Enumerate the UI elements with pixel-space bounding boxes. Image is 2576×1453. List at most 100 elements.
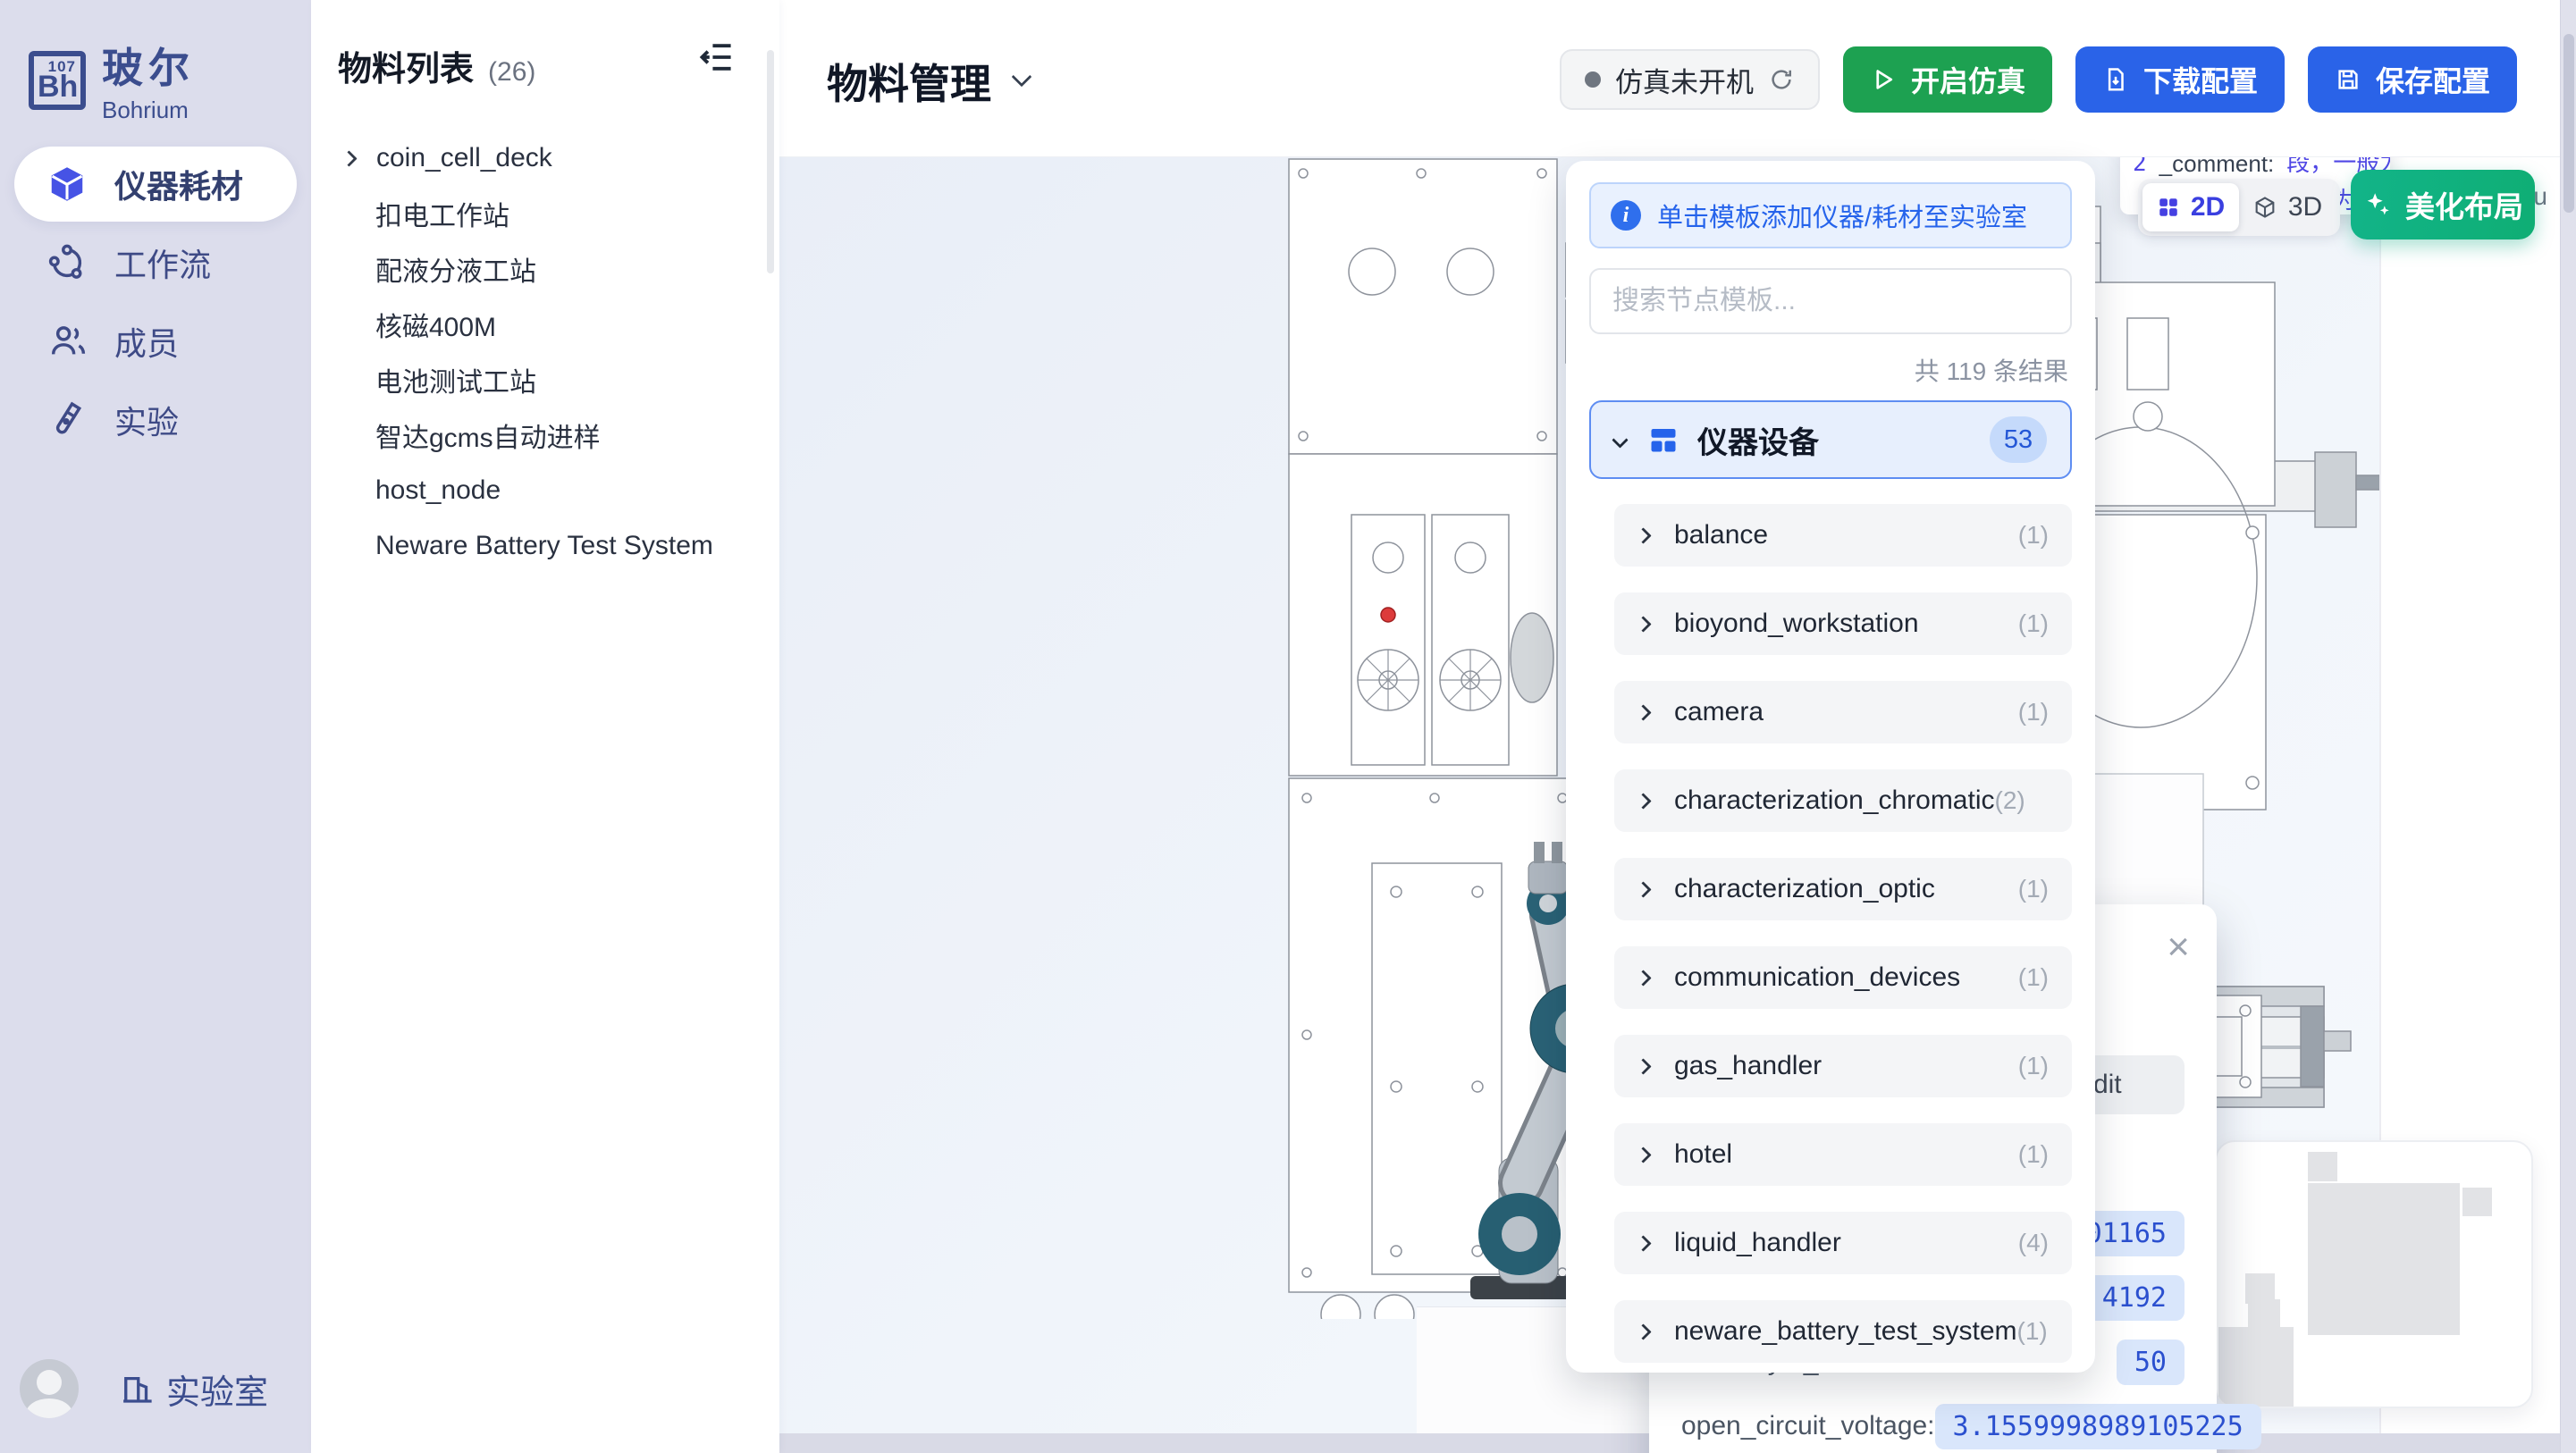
status-dot-icon (1585, 71, 1601, 88)
test-tube-icon (46, 399, 88, 441)
chevron-right-icon (1635, 1235, 1651, 1251)
chevron-right-icon (1635, 793, 1651, 809)
tooltip-index: 2 (2133, 157, 2147, 182)
material-label: 扣电工作站 (375, 194, 509, 233)
sidebar-footer: 实验室 (0, 1351, 311, 1426)
toggle-2d-label: 2D (2191, 192, 2225, 223)
template-item-balance[interactable]: balance (1) (1614, 504, 2072, 567)
start-simulation-button[interactable]: 开启仿真 (1843, 46, 2052, 113)
material-label: 智达gcms自动进样 (375, 416, 601, 455)
members-icon (46, 321, 88, 362)
chevron-right-icon (1635, 616, 1651, 632)
save-label: 保存配置 (2376, 59, 2490, 100)
collapse-panel-icon[interactable] (697, 38, 737, 77)
sidebar-item-members[interactable]: 成员 (14, 304, 297, 379)
toggle-3d-label: 3D (2288, 192, 2322, 223)
sidebar-item-label: 工作流 (114, 239, 211, 286)
template-item-communication-devices[interactable]: communication_devices (1) (1614, 946, 2072, 1009)
chevron-down-icon (1612, 432, 1628, 448)
building-icon (118, 1370, 156, 1407)
template-item-bioyond-workstation[interactable]: bioyond_workstation (1) (1614, 592, 2072, 655)
play-icon (1870, 66, 1897, 93)
view-mode-toggle: 2D 3D (2138, 179, 2340, 236)
materials-title: 物料列表 (338, 41, 474, 90)
template-item-characterization-optic[interactable]: characterization_optic (1) (1614, 858, 2072, 920)
material-item[interactable]: 电池测试工站 (311, 352, 779, 407)
simulation-status-pill[interactable]: 仿真未开机 (1560, 49, 1820, 110)
cube-icon (46, 164, 88, 205)
sidebar-item-label: 实验 (114, 397, 179, 443)
chevron-right-icon (1635, 704, 1651, 720)
logo-symbol: Bh (38, 70, 78, 105)
materials-list: coin_cell_deck 扣电工作站 配液分液工站 核磁400M 电池测试工… (311, 130, 779, 574)
save-config-button[interactable]: 保存配置 (2308, 46, 2517, 113)
refresh-icon[interactable] (1768, 66, 1795, 93)
chevron-right-icon (1635, 881, 1651, 897)
template-list: balance (1) bioyond_workstation (1) came… (1614, 504, 2072, 1363)
material-item[interactable]: 配液分液工站 (311, 241, 779, 297)
template-item-hotel[interactable]: hotel (1) (1614, 1123, 2072, 1186)
template-panel: i 单击模板添加仪器/耗材至实验室 共 119 条结果 仪器设备 53 bala… (1566, 161, 2095, 1373)
panel-scrollbar[interactable] (767, 50, 774, 273)
material-item[interactable]: Neware Battery Test System (311, 518, 779, 574)
data-label: open_circuit_voltage: (1681, 1411, 1935, 1441)
template-item-liquid-handler[interactable]: liquid_handler (4) (1614, 1212, 2072, 1274)
materials-panel: 物料列表 (26) coin_cell_deck 扣电工作站 配液分液工站 核磁… (311, 0, 779, 1453)
sidebar-nav: 仪器耗材 工作流 成员 (0, 147, 311, 461)
beautify-layout-button[interactable]: 美化布局 (2351, 170, 2535, 239)
material-label: host_node (375, 475, 501, 506)
sidebar-item-experiments[interactable]: 实验 (14, 382, 297, 458)
toggle-3d[interactable]: 3D (2239, 183, 2336, 231)
material-label: 配液分液工站 (375, 249, 536, 289)
sidebar-item-instruments[interactable]: 仪器耗材 (14, 147, 297, 222)
category-count-badge: 53 (1990, 416, 2047, 463)
category-instruments[interactable]: 仪器设备 53 (1589, 400, 2072, 479)
toggle-2d[interactable]: 2D (2142, 183, 2239, 231)
layout-minimap[interactable] (2215, 1140, 2533, 1408)
page-title: 物料管理 (827, 52, 991, 111)
sidebar-item-label: 仪器耗材 (114, 161, 243, 207)
sidebar-item-workflow[interactable]: 工作流 (14, 225, 297, 300)
page-scrollbar[interactable] (2560, 0, 2576, 1453)
status-label: 仿真未开机 (1615, 60, 1754, 100)
chevron-down-icon (1012, 67, 1032, 88)
sidebar-item-label: 成员 (114, 318, 179, 365)
bohrium-element-icon: 107 Bh (29, 51, 86, 110)
cube-3d-icon (2252, 195, 2277, 220)
data-value: 4192 (2084, 1275, 2185, 1321)
user-avatar[interactable] (20, 1359, 79, 1418)
material-label: 电池测试工站 (375, 360, 536, 399)
red-indicator (1381, 608, 1395, 622)
download-config-button[interactable]: 下载配置 (2075, 46, 2285, 113)
template-item-neware-battery-test-system[interactable]: neware_battery_test_system (1) (1614, 1300, 2072, 1363)
chevron-right-icon (1635, 527, 1651, 543)
material-label: coin_cell_deck (376, 143, 552, 173)
close-icon[interactable]: × (2167, 928, 2190, 967)
chevron-right-icon (341, 150, 357, 166)
material-item[interactable]: 核磁400M (311, 297, 779, 352)
scrollbar-thumb[interactable] (2563, 34, 2574, 213)
brand-name-zh: 玻尔 (102, 36, 195, 95)
material-item-coin-cell-deck[interactable]: coin_cell_deck (311, 130, 779, 186)
material-label: Neware Battery Test System (375, 531, 713, 561)
chevron-right-icon (1635, 970, 1651, 986)
data-value: 3.1559998989105225 (1935, 1404, 2261, 1449)
material-item[interactable]: host_node (311, 463, 779, 518)
template-item-characterization-chromatic[interactable]: characterization_chromatic (2) (1614, 769, 2072, 832)
save-icon (2335, 66, 2361, 93)
lab-switcher[interactable]: 实验室 (118, 1365, 268, 1414)
chevron-right-icon (1635, 1058, 1651, 1074)
hint-text: 单击模板添加仪器/耗材至实验室 (1657, 197, 2027, 234)
main-area: 物料管理 仿真未开机 开启仿真 (779, 0, 2576, 1453)
download-label: 下载配置 (2143, 59, 2258, 100)
template-item-gas-handler[interactable]: gas_handler (1) (1614, 1035, 2072, 1097)
sidebar: 107 Bh 玻尔 Bohrium 仪器耗材 (0, 0, 311, 1453)
page-title-dropdown[interactable]: 物料管理 (827, 52, 1029, 111)
template-item-camera[interactable]: camera (1) (1614, 681, 2072, 743)
file-download-icon (2102, 66, 2129, 93)
results-count: 共 119 条结果 (1589, 352, 2068, 388)
template-search-input[interactable] (1589, 268, 2072, 334)
material-item[interactable]: 智达gcms自动进样 (311, 407, 779, 463)
info-icon: i (1611, 200, 1641, 231)
material-item[interactable]: 扣电工作站 (311, 186, 779, 241)
